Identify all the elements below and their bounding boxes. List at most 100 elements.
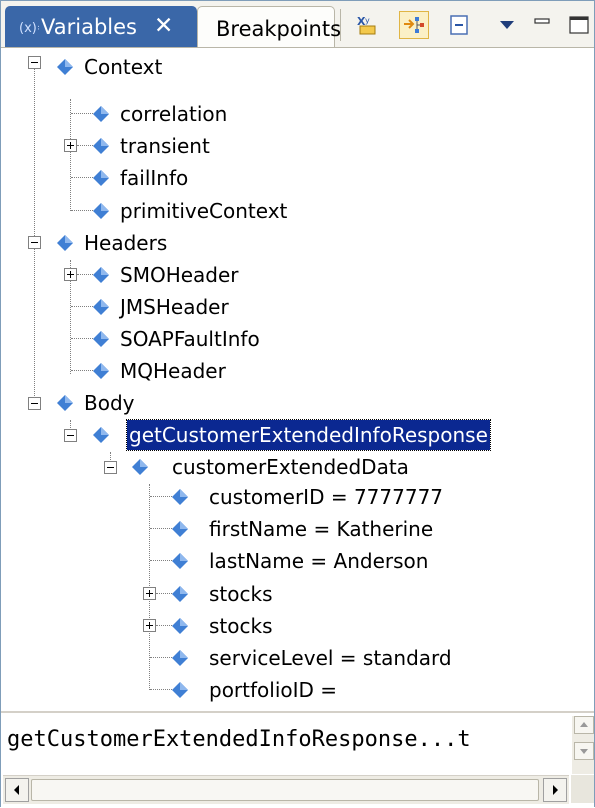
- tree-line: [150, 496, 172, 497]
- view-menu-button[interactable]: [492, 11, 522, 39]
- variable-icon: [57, 235, 73, 251]
- scroll-right-button[interactable]: [543, 778, 567, 802]
- tab-variables[interactable]: (x)= Variables ✕: [5, 6, 197, 47]
- detail-pane[interactable]: getCustomerExtendedInfoResponse...t: [1, 713, 594, 808]
- tree-node-label: SOAPFaultInfo: [120, 327, 260, 351]
- tree-line: [70, 99, 71, 211]
- tree-node-firstname[interactable]: firstName = Katherine: [172, 514, 472, 544]
- variable-icon: [132, 459, 148, 475]
- tree-node-label: failInfo: [120, 166, 189, 190]
- arrow-down-icon: [580, 749, 588, 754]
- variable-icon: [57, 59, 73, 75]
- tab-bar: (x)= Variables ✕ Breakpoints X y: [1, 1, 594, 48]
- variable-icon: [172, 618, 188, 634]
- tree-node-body[interactable]: Body: [57, 388, 257, 418]
- tree-line: [156, 625, 172, 626]
- variables-icon: (x)=: [19, 19, 48, 36]
- variable-icon: [93, 299, 109, 315]
- collapse-toggle[interactable]: [28, 397, 41, 410]
- scroll-down-button[interactable]: [574, 742, 594, 760]
- tree-node-jmsheader[interactable]: JMSHeader: [93, 292, 293, 322]
- svg-text:(x)=: (x)=: [19, 21, 39, 35]
- tree-node-stocks[interactable]: stocks: [172, 611, 372, 641]
- horizontal-scrollbar[interactable]: [3, 775, 569, 804]
- show-logical-structure-icon: [404, 17, 424, 33]
- show-logical-structure-button[interactable]: [399, 11, 429, 39]
- tree-node-portfolioid[interactable]: portfolioID =: [172, 675, 422, 705]
- tree-node-lastname[interactable]: lastName = Anderson: [172, 546, 472, 576]
- tree-node-label: primitiveContext: [120, 199, 288, 223]
- expand-toggle[interactable]: [143, 619, 156, 632]
- tree-node-label: JMSHeader: [120, 295, 229, 319]
- collapse-toggle[interactable]: [28, 56, 41, 69]
- tree-node-failinfo[interactable]: failInfo: [93, 163, 293, 193]
- tree-node-label: firstName = Katherine: [209, 517, 434, 541]
- scroll-thumb[interactable]: [31, 779, 539, 801]
- variable-icon: [172, 682, 188, 698]
- tree-node-customerid[interactable]: customerID = 7777777: [172, 482, 472, 512]
- vertical-scrollbar[interactable]: [572, 716, 594, 774]
- variable-icon: [93, 427, 109, 443]
- tree-node-label: SMOHeader: [120, 263, 239, 287]
- tree-line: [71, 306, 93, 307]
- scroll-up-button[interactable]: [574, 716, 594, 734]
- tree-node-label: Context: [84, 55, 163, 79]
- tree-node-label: MQHeader: [120, 359, 226, 383]
- tree-node-context[interactable]: Context: [57, 52, 257, 82]
- variables-view: (x)= Variables ✕ Breakpoints X y: [0, 0, 595, 808]
- tree-line: [77, 145, 93, 146]
- tree-node-label: transient: [120, 134, 210, 158]
- variables-tree: Context correlation transient failInfo p…: [1, 48, 594, 711]
- show-type-names-icon: X y: [357, 15, 376, 35]
- scroll-left-button[interactable]: [5, 778, 29, 802]
- tree-node-smoheader[interactable]: SMOHeader: [93, 260, 293, 290]
- tab-variables-label: Variables: [41, 15, 137, 39]
- arrow-right-icon: [553, 785, 558, 795]
- tree-node-response[interactable]: getCustomerExtendedInfoResponse: [93, 419, 513, 451]
- tree-node-mqheader[interactable]: MQHeader: [93, 356, 293, 386]
- collapse-all-button[interactable]: [445, 11, 475, 39]
- variable-icon: [93, 106, 109, 122]
- tree-node-customerextendeddata[interactable]: customerExtendedData: [132, 452, 432, 482]
- tree-node-servicelevel[interactable]: serviceLevel = standard: [172, 643, 502, 673]
- tree-node-stocks[interactable]: stocks: [172, 579, 372, 609]
- tree-node-soapfaultinfo[interactable]: SOAPFaultInfo: [93, 324, 313, 354]
- tree-node-transient[interactable]: transient: [93, 131, 293, 161]
- variable-icon: [93, 170, 109, 186]
- tree-line: [150, 528, 172, 529]
- collapse-toggle[interactable]: [28, 236, 41, 249]
- maximize-button[interactable]: [563, 11, 594, 39]
- variable-icon: [93, 331, 109, 347]
- variable-icon: [172, 489, 188, 505]
- tree-line: [150, 560, 172, 561]
- close-icon[interactable]: ✕: [154, 13, 173, 39]
- tree-node-primitivecontext[interactable]: primitiveContext: [93, 196, 333, 226]
- show-type-names-button[interactable]: X y: [353, 11, 383, 39]
- tree-node-headers[interactable]: Headers: [57, 228, 257, 258]
- variable-icon: [57, 395, 73, 411]
- tree-node-label: portfolioID =: [209, 678, 338, 702]
- collapse-toggle[interactable]: [64, 429, 77, 442]
- detail-text[interactable]: getCustomerExtendedInfoResponse...t: [7, 727, 569, 752]
- toolbar-separator: [340, 9, 341, 41]
- arrow-up-icon: [580, 722, 588, 727]
- tree-line: [150, 657, 172, 658]
- tree-line: [71, 177, 93, 178]
- expand-toggle[interactable]: [64, 139, 77, 152]
- tree-node-label: stocks: [209, 582, 273, 606]
- tab-breakpoints[interactable]: Breakpoints: [197, 6, 341, 47]
- tree-node-label: Body: [84, 391, 135, 415]
- tree-node-label: getCustomerExtendedInfoResponse: [126, 419, 491, 451]
- tree-line: [77, 274, 93, 275]
- tree-node-correlation[interactable]: correlation: [93, 99, 293, 129]
- expand-toggle[interactable]: [64, 268, 77, 281]
- expand-toggle[interactable]: [143, 587, 156, 600]
- collapse-toggle[interactable]: [104, 461, 117, 474]
- tree-node-label: Headers: [84, 231, 168, 255]
- variable-icon: [172, 586, 188, 602]
- variable-icon: [172, 521, 188, 537]
- tree-line: [71, 210, 93, 211]
- minimize-button[interactable]: [529, 11, 559, 39]
- arrow-left-icon: [14, 785, 19, 795]
- tree-node-label: correlation: [120, 102, 228, 126]
